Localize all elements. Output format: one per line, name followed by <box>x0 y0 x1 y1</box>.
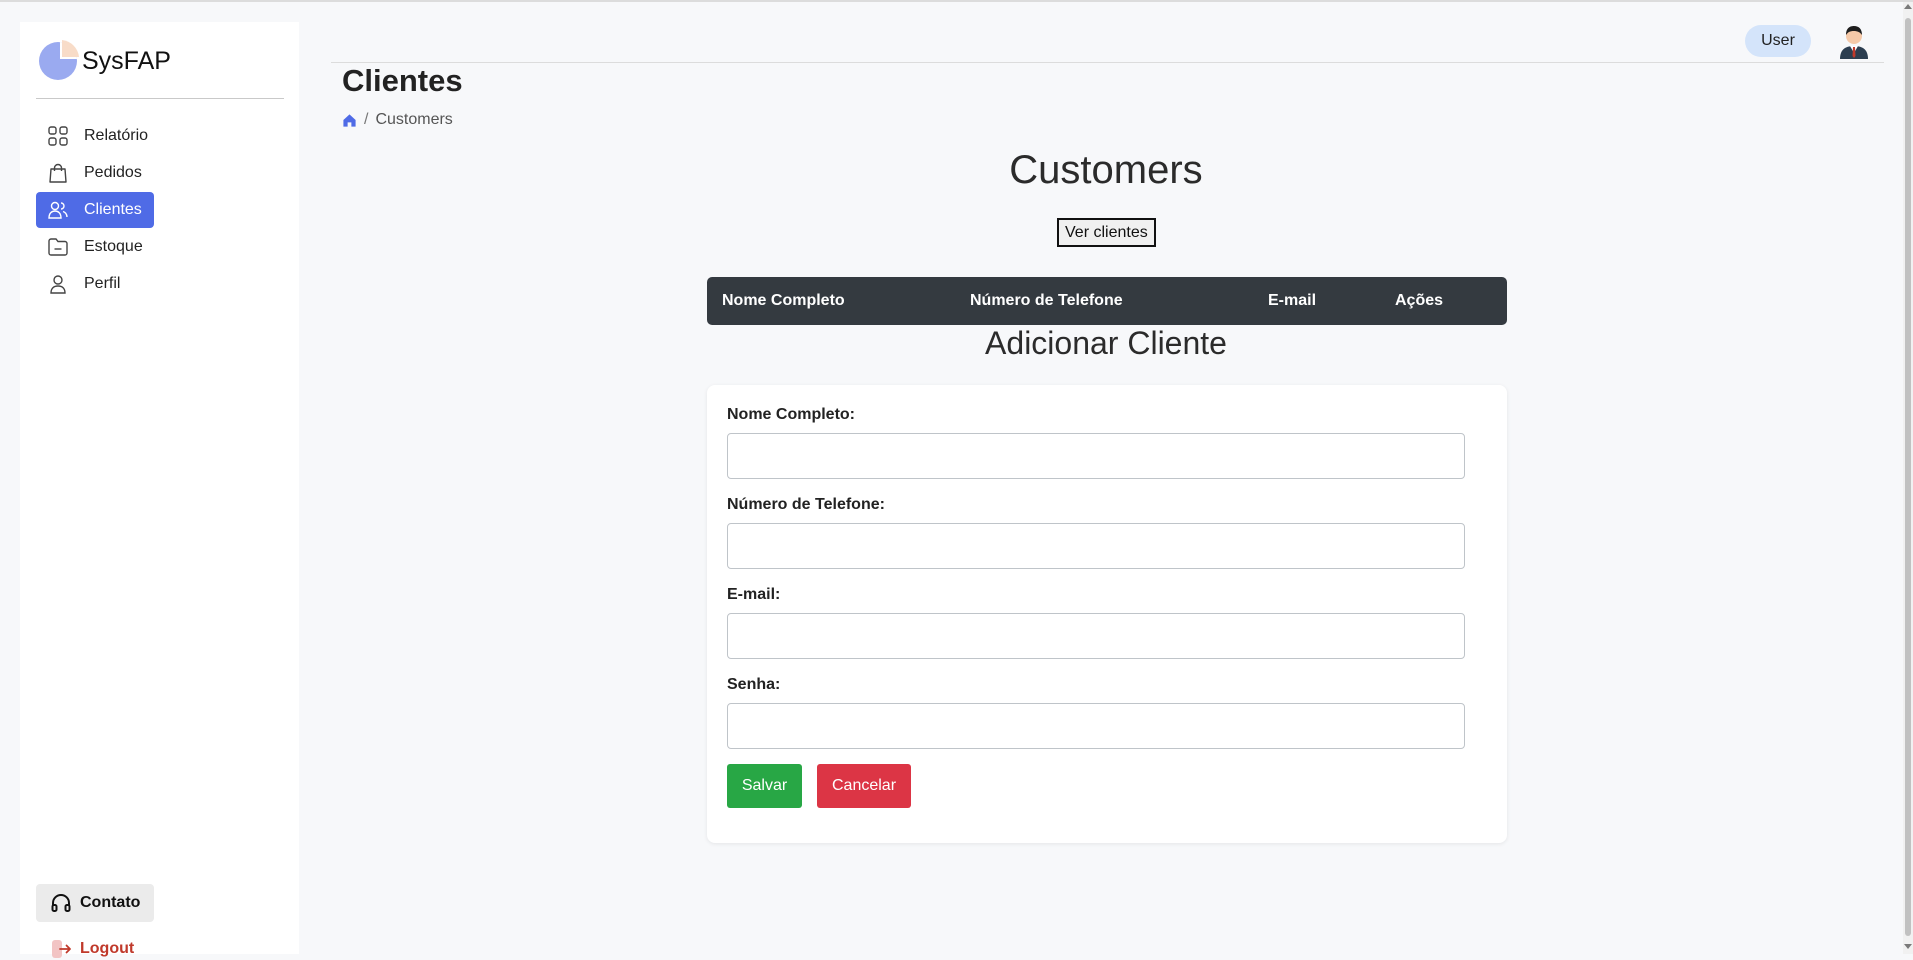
password-field[interactable] <box>727 703 1465 749</box>
logout-icon <box>50 938 72 960</box>
sidebar-item-clientes[interactable]: Clientes <box>36 192 154 228</box>
logout-label: Logout <box>80 940 135 957</box>
form-heading: Adicionar Cliente <box>985 325 1227 361</box>
home-icon[interactable] <box>342 113 357 128</box>
customers-table-header: Nome Completo Número de Telefone E-mail … <box>707 277 1507 325</box>
phone-label: Número de Telefone: <box>727 496 885 513</box>
sidebar-item-label: Perfil <box>84 275 121 292</box>
folder-icon <box>46 235 70 259</box>
scroll-up-arrow-icon[interactable] <box>1904 4 1912 9</box>
save-button[interactable]: Salvar <box>727 764 802 808</box>
header-divider <box>331 62 1884 63</box>
column-header-email[interactable]: E-mail <box>1268 292 1316 310</box>
email-field[interactable] <box>727 613 1465 659</box>
column-header-name[interactable]: Nome Completo <box>722 292 845 310</box>
view-customers-button[interactable]: Ver clientes <box>1057 218 1156 247</box>
user-badge[interactable]: User <box>1745 25 1811 57</box>
headphones-icon <box>50 892 72 914</box>
grid-icon <box>46 124 70 148</box>
sidebar-item-label: Estoque <box>84 238 143 255</box>
column-header-actions[interactable]: Ações <box>1395 292 1443 310</box>
name-field[interactable] <box>727 433 1465 479</box>
sidebar-item-estoque[interactable]: Estoque <box>36 229 155 265</box>
window-top-border <box>0 0 1913 2</box>
pie-chart-logo-icon <box>36 39 80 83</box>
users-icon <box>46 198 70 222</box>
shopping-bag-icon <box>46 161 70 185</box>
avatar[interactable] <box>1836 23 1872 59</box>
scroll-down-arrow-icon[interactable] <box>1904 944 1912 949</box>
contact-label: Contato <box>80 894 141 911</box>
user-icon <box>46 272 70 296</box>
sidebar: SysFAP Relatório Pedidos Clientes Estoqu… <box>20 22 299 958</box>
password-label: Senha: <box>727 676 781 693</box>
breadcrumb-separator: / <box>364 111 369 128</box>
add-customer-form: Nome Completo: Número de Telefone: E-mai… <box>707 385 1507 843</box>
sidebar-item-label: Relatório <box>84 127 149 144</box>
email-label: E-mail: <box>727 586 781 603</box>
sidebar-item-label: Pedidos <box>84 164 142 181</box>
page-title: Clientes <box>342 63 463 98</box>
sidebar-nav: Relatório Pedidos Clientes Estoque Perfi… <box>36 118 286 303</box>
app-logo[interactable]: SysFAP <box>36 38 171 84</box>
breadcrumb: / Customers <box>342 111 453 129</box>
contact-button[interactable]: Contato <box>36 884 154 922</box>
logout-button[interactable]: Logout <box>50 938 134 960</box>
app-name: SysFAP <box>82 46 171 75</box>
sidebar-item-pedidos[interactable]: Pedidos <box>36 155 154 191</box>
breadcrumb-current: Customers <box>375 111 453 128</box>
phone-field[interactable] <box>727 523 1465 569</box>
sidebar-item-perfil[interactable]: Perfil <box>36 266 132 302</box>
sidebar-divider <box>36 98 284 99</box>
scrollbar-thumb[interactable] <box>1905 18 1911 936</box>
section-heading: Customers <box>1009 148 1203 192</box>
sidebar-item-relatorio[interactable]: Relatório <box>36 118 160 154</box>
cancel-button[interactable]: Cancelar <box>817 764 911 808</box>
column-header-phone[interactable]: Número de Telefone <box>970 292 1123 310</box>
name-label: Nome Completo: <box>727 406 855 423</box>
sidebar-item-label: Clientes <box>84 201 142 218</box>
